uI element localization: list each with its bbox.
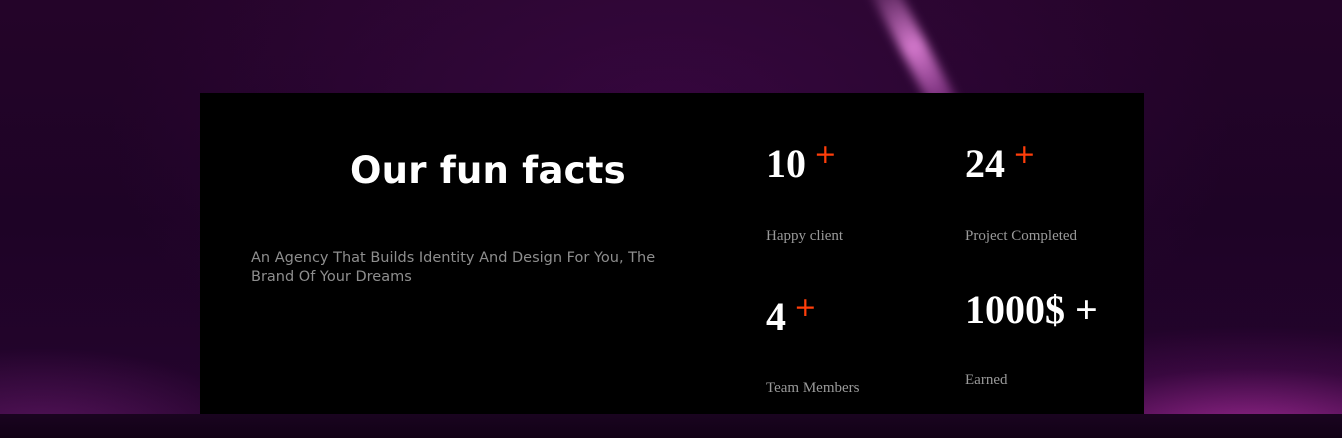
fact-number: 1000$ bbox=[965, 287, 1065, 332]
background-floor bbox=[0, 414, 1342, 438]
fact-label: Project Completed bbox=[965, 228, 1078, 244]
fact-label: Earned bbox=[965, 372, 1008, 388]
fact-value-row: 10 + bbox=[766, 139, 837, 187]
fact-plus-sign: + bbox=[1075, 287, 1098, 332]
fact-number: 10 bbox=[766, 141, 806, 186]
fun-facts-section: Our fun facts An Agency That Builds Iden… bbox=[200, 93, 1144, 414]
fact-number: 4 bbox=[766, 294, 786, 339]
fact-value-row: 1000$ + bbox=[965, 286, 1098, 333]
fact-number: 24 bbox=[965, 141, 1005, 186]
fact-plus-sign: + bbox=[814, 139, 837, 170]
fact-value-row: 24 + bbox=[965, 139, 1036, 187]
fact-label: Happy client bbox=[766, 228, 844, 244]
section-description: An Agency That Builds Identity And Desig… bbox=[251, 250, 656, 285]
fact-plus-sign: + bbox=[1013, 139, 1036, 170]
fact-label: Team Members bbox=[766, 380, 860, 396]
fact-plus-sign: + bbox=[794, 292, 817, 323]
section-heading: Our fun facts bbox=[350, 149, 626, 192]
fact-value-row: 4 + bbox=[766, 292, 817, 340]
